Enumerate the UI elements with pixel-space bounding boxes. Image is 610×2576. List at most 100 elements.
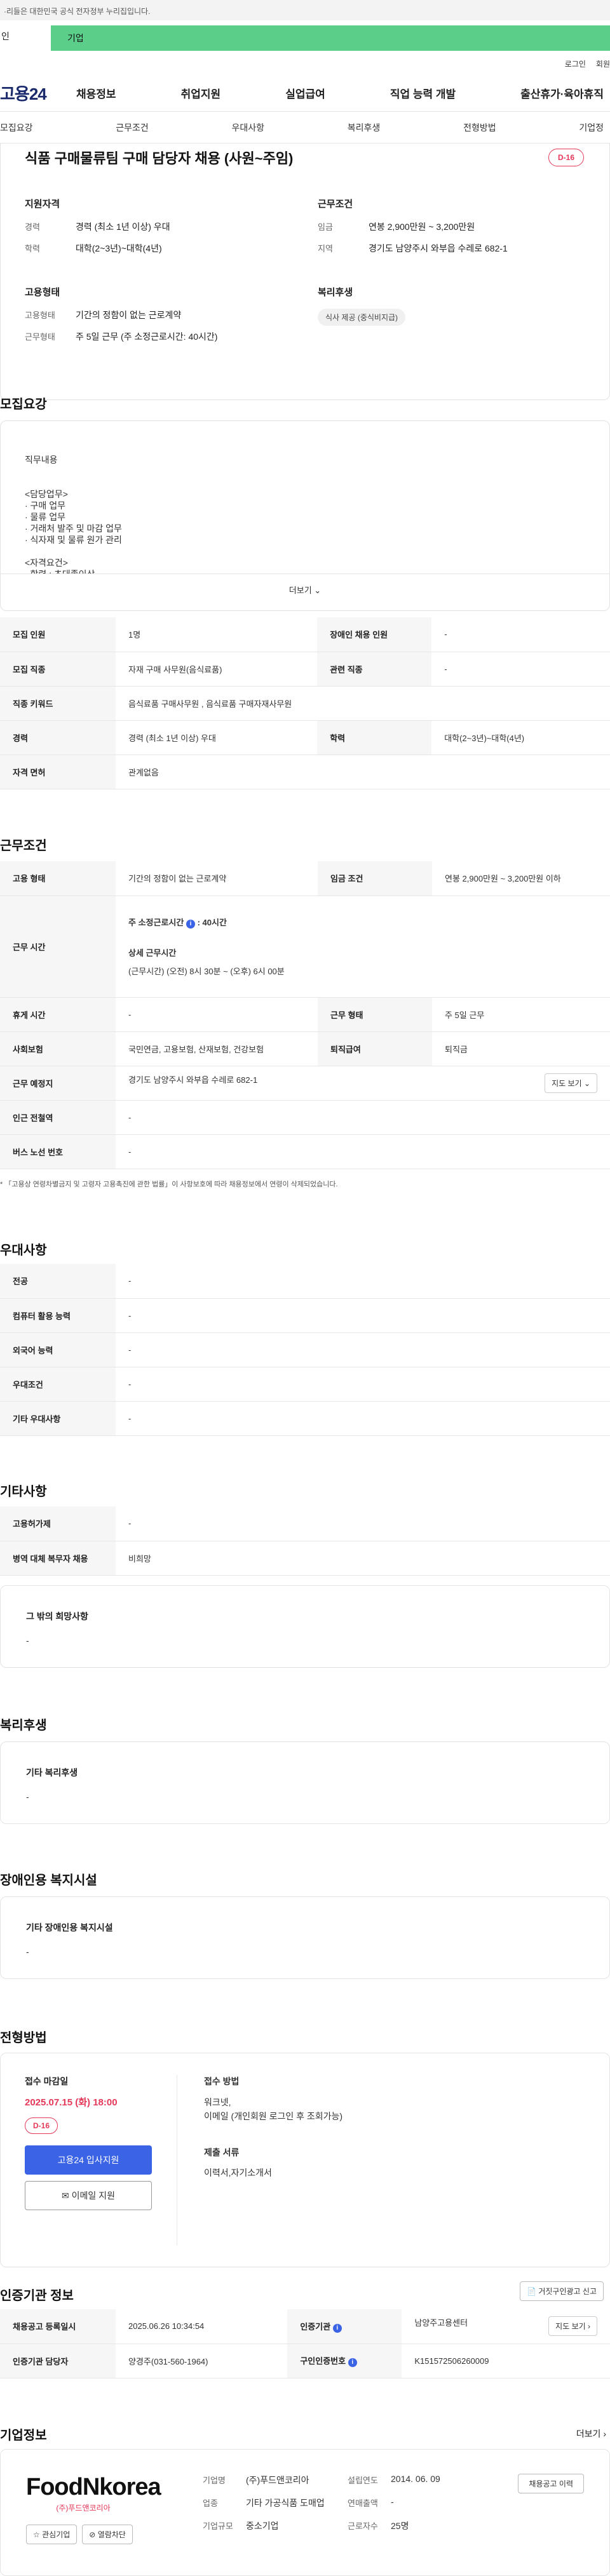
row-value: - xyxy=(116,1264,610,1299)
gnb-item-unemployment-benefit[interactable]: 실업급여 xyxy=(285,85,325,101)
other-wishes-heading: 그 밖의 희망사항 xyxy=(26,1611,88,1621)
section-title-preferences: 우대사항 xyxy=(0,1244,47,1258)
row-label: 근무 형태 xyxy=(317,997,432,1032)
info-label: 기업명 xyxy=(203,2476,226,2485)
deadline-heading: 접수 마감일 xyxy=(25,2076,69,2086)
row-label: 구인인증번호 i xyxy=(287,2344,402,2378)
row-value: 1명 xyxy=(116,617,318,652)
row-label: 인증기관 담당자 xyxy=(0,2344,116,2378)
row-label: 직종 키워드 xyxy=(0,686,116,721)
row-value: - xyxy=(431,652,610,687)
gnb-item-parental-leave[interactable]: 출산휴가·육아휴직 xyxy=(520,85,604,101)
age-notice: * 「고용상 연령차별금지 및 고령자 고용촉진에 관한 법률」이 사항보호에 … xyxy=(0,1181,338,1188)
signup-link[interactable]: 회원 xyxy=(596,58,610,69)
job-summary-card: 식품 구매물류팀 구매 담당자 채용 (사원~주임) D-16 지원자격 경력 경… xyxy=(0,144,610,400)
apply-box: 접수 마감일 2025.07.15 (화) 18:00 D-16 고용24 입사… xyxy=(0,2053,610,2267)
gnb-item-jobs[interactable]: 채용정보 xyxy=(76,85,116,101)
weekly-hours-label: 주 소정근로시간 xyxy=(128,918,184,927)
row-value: 관계없음 xyxy=(116,755,610,789)
welfare-heading: 기타 복리후생 xyxy=(26,1768,78,1778)
employment-heading: 고용형태 xyxy=(25,287,60,298)
row-value: 기간의 정함이 없는 근로계약 xyxy=(116,861,318,896)
qual-label: 경력 xyxy=(25,222,40,232)
work-place-value: 경기도 남양주시 와부읍 수레로 682-1 xyxy=(128,1075,258,1085)
row-value: - xyxy=(116,1298,610,1333)
table-row: 채용공고 등록일시 2025.06.26 10:34:54 인증기관 i 남양주고용센… xyxy=(0,2309,610,2344)
info-label: 근로자수 xyxy=(348,2521,378,2531)
row-label: 인증기관 i xyxy=(287,2309,402,2344)
tab-work-conditions[interactable]: 근무조건 xyxy=(116,121,149,134)
row-value: 연봉 2,900만원 ~ 3,200만원 이하 xyxy=(431,861,610,896)
gnb-item-employment-support[interactable]: 취업지원 xyxy=(181,85,221,101)
disabled-facility-value: - xyxy=(26,1947,29,1957)
table-row: 버스 노선 번호 - xyxy=(0,1134,610,1169)
info-icon[interactable]: i xyxy=(332,2323,342,2333)
info-icon[interactable]: i xyxy=(348,2358,357,2367)
welfare-value: - xyxy=(26,1792,29,1802)
dday-badge: D-16 xyxy=(25,2117,58,2134)
tab-recruit[interactable]: 모집요강 xyxy=(0,121,33,134)
apply-email-button[interactable]: ✉ 이메일 지원 xyxy=(25,2181,152,2210)
other-wishes-box: 그 밖의 희망사항 - xyxy=(0,1585,610,1668)
row-label: 고용허가제 xyxy=(0,1506,116,1541)
gnb-item-skill-development[interactable]: 직업 능력 개발 xyxy=(390,85,456,101)
tab-preferences[interactable]: 우대사항 xyxy=(232,121,265,134)
dday-badge: D-16 xyxy=(548,149,584,166)
site-logo[interactable]: 고용24 xyxy=(0,81,76,105)
map-button[interactable]: 지도 보기 ⌄ xyxy=(545,1073,597,1093)
row-value: K151572506260009 xyxy=(402,2344,610,2378)
benefit-chip: 식사 제공 (중식비지급) xyxy=(318,309,406,326)
row-value: - xyxy=(116,1100,610,1135)
row-label: 근무 시간 xyxy=(0,896,116,998)
deadline-value: 2025.07.15 (화) 18:00 xyxy=(25,2097,118,2108)
cond-value: 연봉 2,900만원 ~ 3,200만원 xyxy=(369,222,475,232)
section-title-recruit: 모집요강 xyxy=(0,398,47,412)
document-icon: 📄 xyxy=(527,2287,536,2296)
tab-apply[interactable]: 전형방법 xyxy=(463,121,496,134)
welfare-box: 기타 복리후생 - xyxy=(0,1741,610,1824)
block-company-button[interactable]: ⊘ 열람차단 xyxy=(82,2525,133,2544)
table-row: 휴게 시간 - 근무 형태 주 5일 근무 xyxy=(0,997,610,1032)
row-value: 양경주(031-560-1964) xyxy=(116,2344,288,2378)
row-value: - xyxy=(116,1401,610,1436)
corporate-tab[interactable]: 기업 xyxy=(51,25,610,51)
row-label: 모집 직종 xyxy=(0,652,116,687)
util-links: 로그인 회원 xyxy=(0,52,610,75)
company-logo-sub: (주)푸드앤코리아 xyxy=(56,2504,111,2512)
tab-welfare[interactable]: 복리후생 xyxy=(348,121,381,134)
row-value: 2025.06.26 10:34:54 xyxy=(116,2309,288,2344)
row-value: - xyxy=(116,1332,610,1367)
method-value: 워크넷, 이메일 (개인회원 로그인 후 조회가능) xyxy=(204,2097,343,2121)
weekly-hours-value: : 40시간 xyxy=(197,918,227,927)
row-label: 모집 인원 xyxy=(0,617,116,652)
emp-value: 주 5일 근무 (주 소정근로시간: 40시간) xyxy=(76,332,218,342)
row-label: 인근 전철역 xyxy=(0,1100,116,1135)
section-title-cert: 인증기관 정보 xyxy=(0,2289,74,2303)
section-title-work: 근무조건 xyxy=(0,839,47,853)
job-history-button[interactable]: 채용공고 이력 xyxy=(518,2474,584,2493)
row-value: 경기도 남양주시 와부읍 수레로 682-1 지도 보기 ⌄ xyxy=(116,1066,610,1101)
apply-work24-button[interactable]: 고용24 입사지원 xyxy=(25,2145,152,2175)
more-button[interactable]: 더보기 ⌄ xyxy=(1,574,609,607)
detail-hours-label: 상세 근무시간 xyxy=(128,948,177,958)
row-value: 경력 (최소 1년 이상) 우대 xyxy=(116,720,318,755)
info-icon[interactable]: i xyxy=(186,920,195,929)
work-table: 고용 형태 기간의 정함이 없는 근로계약 임금 조건 연봉 2,900만원 ~ 3,… xyxy=(0,861,610,1169)
table-row: 모집 직종 자재 구매 사무원(음식료품) 관련 직종 - xyxy=(0,652,610,687)
table-row: 외국어 능력 - xyxy=(0,1332,610,1367)
emp-label: 고용형태 xyxy=(25,311,55,320)
row-value: 주 5일 근무 xyxy=(431,997,610,1032)
table-row: 모집 인원 1명 장애인 채용 인원 - xyxy=(0,617,610,652)
conditions-heading: 근무조건 xyxy=(318,199,353,210)
favorite-company-button[interactable]: ☆ 관심기업 xyxy=(26,2525,78,2544)
table-row: 우대조건 - xyxy=(0,1367,610,1402)
login-link[interactable]: 로그인 xyxy=(565,58,586,69)
user-type-switch: 인 기업 xyxy=(0,20,610,52)
company-more-link[interactable]: 더보기 › xyxy=(576,2427,606,2440)
map-button[interactable]: 지도 보기 › xyxy=(548,2316,597,2337)
tab-company[interactable]: 기업정 xyxy=(579,121,604,134)
disabled-facility-heading: 기타 장애인용 복지시설 xyxy=(26,1922,113,1933)
table-row: 인증기관 담당자 양경주(031-560-1964) 구인인증번호 i K151572… xyxy=(0,2344,610,2378)
report-fake-ad-button[interactable]: 📄 거짓구인광고 신고 xyxy=(520,2281,604,2301)
personal-tab[interactable]: 인 xyxy=(0,20,51,52)
